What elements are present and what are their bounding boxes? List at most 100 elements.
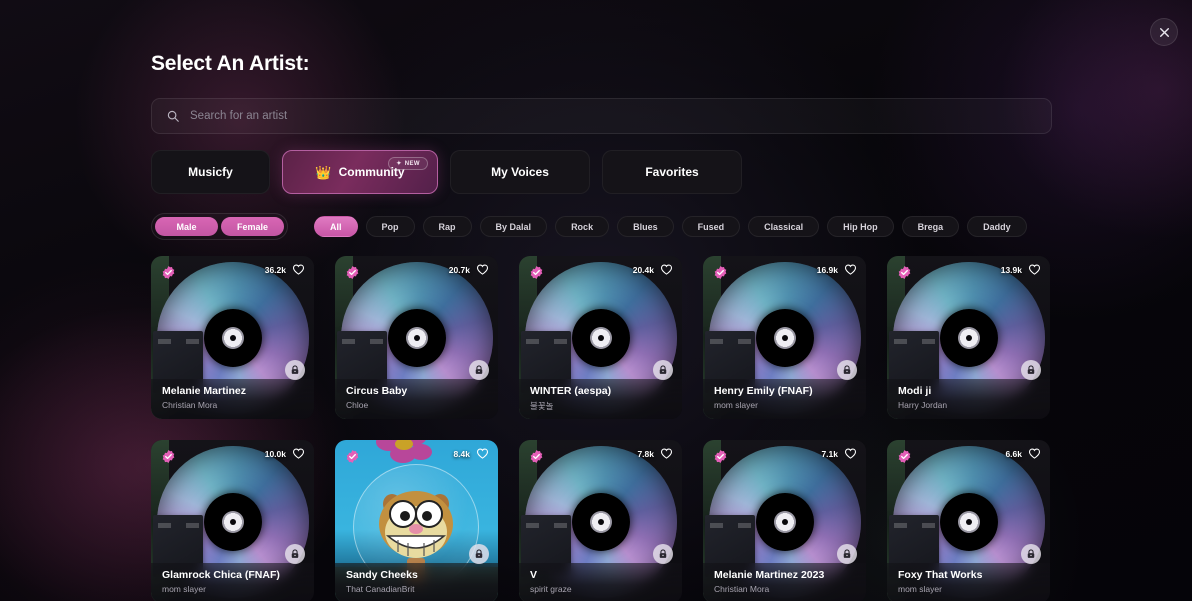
verified-badge-icon [346,266,359,279]
genre-filter-brega[interactable]: Brega [901,216,960,237]
vinyl-hole-icon [965,334,972,341]
like-count: 36.2k [264,264,286,275]
heart-icon[interactable] [476,447,489,460]
lock-badge [837,360,857,380]
card-title: WINTER (aespa) [530,385,612,397]
artist-card[interactable]: 6.6k Foxy That Works mom slayer [887,440,1050,601]
like-counter: 16.9k [817,263,857,276]
like-counter: 20.7k [449,263,489,276]
genre-filter-rap[interactable]: Rap [422,216,472,237]
card-subtitle: 불꽃놀 [530,401,554,411]
like-counter: 8.4k [453,447,489,460]
like-count: 7.8k [637,448,654,459]
vinyl-hole-icon [413,334,420,341]
tab-community[interactable]: 👑 Community ✦ NEW [282,150,438,194]
like-counter: 36.2k [265,263,305,276]
card-title: Melanie Martinez [162,385,247,397]
heart-icon[interactable] [660,263,673,276]
like-count: 7.1k [821,448,838,459]
tab-musicfy[interactable]: Musicfy [151,150,270,194]
tab-favorites[interactable]: Favorites [602,150,742,194]
genre-filter-hip-hop[interactable]: Hip Hop [827,216,894,237]
tab-my-voices-label: My Voices [491,165,549,179]
artist-card[interactable]: 10.0k Glamrock Chica (FNAF) mom slayer [151,440,314,601]
close-button[interactable] [1150,18,1178,46]
lock-badge [469,544,489,564]
modal-content: Select An Artist: Musicfy 👑 Community ✦ … [151,52,1052,601]
page-title: Select An Artist: [151,52,310,75]
vinyl-hole-icon [781,518,788,525]
artist-card[interactable]: 7.8k V spirit graze [519,440,682,601]
heart-icon[interactable] [476,263,489,276]
artist-selector-modal: Select An Artist: Musicfy 👑 Community ✦ … [0,0,1192,601]
card-footer: Foxy That Works mom slayer [887,563,1050,601]
genre-filter-pop[interactable]: Pop [365,216,415,237]
like-counter: 7.8k [637,447,673,460]
like-counter: 20.4k [633,263,673,276]
lock-icon [1027,549,1035,558]
artist-card[interactable]: 8.4k Sandy Cheeks That CanadianBrit [335,440,498,601]
tab-my-voices[interactable]: My Voices [450,150,590,194]
card-title: Modi ji [898,385,932,397]
artist-card[interactable]: 7.1k Melanie Martinez 2023 Christian Mor… [703,440,866,601]
heart-icon[interactable] [1028,447,1041,460]
artist-grid: 36.2k Melanie Martinez Christian Mora 20… [151,256,1052,601]
card-footer: Melanie Martinez 2023 Christian Mora [703,563,866,601]
lock-icon [843,365,851,374]
genre-filter-daddy[interactable]: Daddy [967,216,1027,237]
heart-icon[interactable] [1028,263,1041,276]
gender-filter-male[interactable]: Male [155,217,218,236]
lock-icon [291,549,299,558]
heart-icon[interactable] [292,263,305,276]
verified-badge-icon [530,450,543,463]
like-count: 6.6k [1005,448,1022,459]
card-subtitle: Chloe [346,400,369,410]
lock-icon [659,549,667,558]
vinyl-hole-icon [597,334,604,341]
genre-filter-fused[interactable]: Fused [681,216,741,237]
vinyl-hole-icon [597,518,604,525]
sandy-face-icon [379,491,453,558]
search-bar[interactable] [151,98,1052,134]
artist-card[interactable]: 20.4k WINTER (aespa) 불꽃놀 [519,256,682,419]
heart-icon[interactable] [844,447,857,460]
verified-badge-icon [714,450,727,463]
like-count: 16.9k [816,264,838,275]
card-footer: Circus Baby Chloe [335,379,498,419]
genre-filter-classical[interactable]: Classical [748,216,820,237]
lock-icon [475,365,483,374]
heart-icon[interactable] [292,447,305,460]
like-counter: 7.1k [821,447,857,460]
card-subtitle: mom slayer [162,584,206,594]
genre-filter-all[interactable]: All [314,216,358,237]
card-subtitle: Christian Mora [162,400,218,410]
tab-musicfy-label: Musicfy [188,165,233,179]
card-footer: Melanie Martinez Christian Mora [151,379,314,419]
sparkle-icon: ✦ [396,161,402,167]
heart-icon[interactable] [844,263,857,276]
search-input[interactable] [190,110,1037,122]
verified-badge-icon [162,450,175,463]
search-icon [167,110,179,122]
artist-card[interactable]: 20.7k Circus Baby Chloe [335,256,498,419]
genre-filter-by-dalal[interactable]: By Dalal [479,216,548,237]
genre-filter-blues[interactable]: Blues [617,216,674,237]
vinyl-hole-icon [781,334,788,341]
lock-badge [285,360,305,380]
close-icon [1159,27,1169,37]
like-counter: 13.9k [1001,263,1041,276]
artist-card[interactable]: 13.9k Modi ji Harry Jordan [887,256,1050,419]
verified-badge-icon [346,450,359,463]
genre-filter-rock[interactable]: Rock [555,216,610,237]
heart-icon[interactable] [660,447,673,460]
verified-badge-icon [898,450,911,463]
crown-icon: 👑 [315,164,332,180]
gender-filter-female[interactable]: Female [221,217,284,236]
artist-card[interactable]: 16.9k Henry Emily (FNAF) mom slayer [703,256,866,419]
verified-badge-icon [162,266,175,279]
like-count: 13.9k [1000,264,1022,275]
card-title: V [530,569,538,581]
lock-icon [843,549,851,558]
artist-card[interactable]: 36.2k Melanie Martinez Christian Mora [151,256,314,419]
like-count: 10.0k [264,448,286,459]
